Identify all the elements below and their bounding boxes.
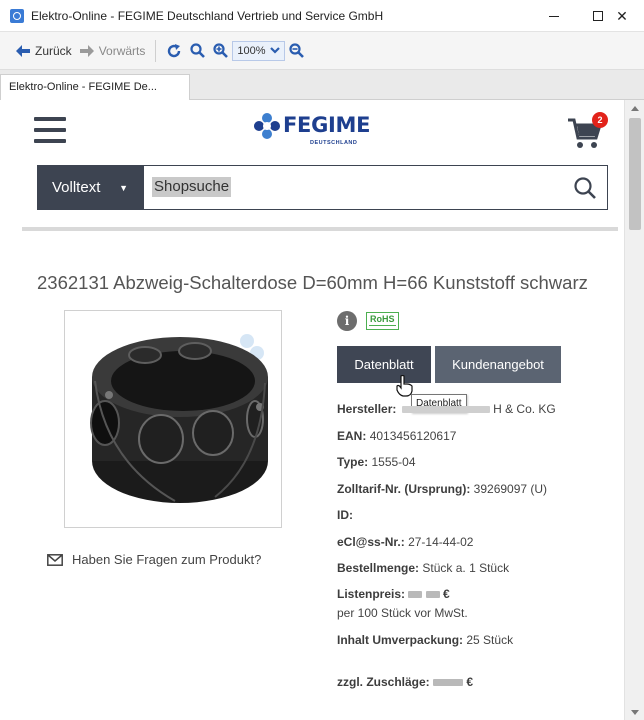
product-title: 2362131 Abzweig-Schalterdose D=60mm H=66… bbox=[37, 272, 588, 293]
search-scope-select[interactable]: Volltext ▼ bbox=[38, 166, 144, 209]
scroll-down-arrow-icon bbox=[631, 709, 639, 715]
search-placeholder-text: Shopsuche bbox=[152, 177, 232, 197]
kundenangebot-button[interactable]: Kundenangebot bbox=[435, 346, 561, 383]
scroll-up-arrow-icon bbox=[631, 105, 639, 111]
tab-bar: Elektro-Online - FEGIME De... bbox=[0, 70, 644, 100]
junction-box-image bbox=[90, 334, 268, 503]
forward-label: Vorwärts bbox=[98, 43, 146, 58]
search-page-button[interactable] bbox=[186, 39, 209, 63]
info-icon[interactable]: i bbox=[337, 311, 357, 331]
window-title: Elektro-Online - FEGIME Deutschland Vert… bbox=[31, 8, 384, 23]
shop-search-bar: Volltext ▼ Shopsuche bbox=[37, 165, 608, 210]
reload-button[interactable] bbox=[162, 39, 186, 63]
attr-bestellmenge: Bestellmenge: Stück a. 1 Stück bbox=[337, 561, 510, 575]
close-window-button[interactable]: ✕ bbox=[600, 0, 644, 32]
attr-eclass: eCl@ss-Nr.: 27-14-44-02 bbox=[337, 535, 474, 549]
browser-toolbar: Zurück Vorwärts 100% bbox=[0, 32, 644, 70]
attr-hersteller: Hersteller: H & Co. KG bbox=[337, 402, 556, 416]
logo-mark-icon bbox=[254, 113, 280, 139]
search-submit-button[interactable] bbox=[563, 166, 607, 209]
envelope-icon bbox=[47, 553, 63, 566]
cart-count-badge: 2 bbox=[592, 112, 608, 128]
forward-arrow-icon bbox=[79, 44, 94, 57]
product-question-link[interactable]: Haben Sie Fragen zum Produkt? bbox=[47, 552, 261, 567]
forward-button[interactable]: Vorwärts bbox=[76, 39, 150, 63]
zoom-in-button[interactable] bbox=[209, 39, 232, 63]
zoom-level-select[interactable]: 100% bbox=[232, 40, 285, 61]
scroll-up-button[interactable] bbox=[625, 100, 644, 116]
toolbar-divider bbox=[155, 39, 157, 62]
redacted-surcharge bbox=[433, 679, 464, 687]
tab-elektro-online[interactable]: Elektro-Online - FEGIME De... bbox=[0, 74, 190, 100]
product-badges: i RoHS bbox=[337, 311, 399, 331]
datenblatt-button[interactable]: Datenblatt bbox=[337, 346, 431, 383]
attr-id: ID: bbox=[337, 508, 353, 522]
scroll-down-button[interactable] bbox=[625, 704, 644, 720]
product-image[interactable] bbox=[64, 310, 282, 528]
attr-zuschlaege: zzgl. Zuschläge: € bbox=[337, 675, 474, 689]
redacted-value bbox=[401, 406, 490, 414]
search-scope-value: Volltext bbox=[52, 179, 101, 196]
menu-hamburger-icon[interactable] bbox=[34, 117, 66, 143]
page-content: FEGIME DEUTSCHLAND 2 Volltext ▼ Shopsuch… bbox=[0, 100, 624, 720]
attr-ean: EAN: 4013456120617 bbox=[337, 429, 457, 443]
attr-listenpreis: Listenpreis: € bbox=[337, 587, 450, 601]
logo-subtext: DEUTSCHLAND bbox=[310, 140, 358, 146]
attr-zolltarif: Zolltarif-Nr. (Ursprung): 39269097 (U) bbox=[337, 482, 548, 496]
zoom-out-button[interactable] bbox=[285, 39, 308, 63]
redacted-price bbox=[425, 591, 440, 599]
logo-wordmark: FEGIME bbox=[283, 113, 371, 137]
scrollbar-thumb[interactable] bbox=[629, 118, 641, 230]
zoom-level-value: 100% bbox=[237, 44, 266, 57]
magnifier-icon bbox=[190, 43, 206, 58]
browser-app-icon bbox=[10, 8, 24, 23]
header-divider bbox=[22, 227, 618, 231]
search-icon bbox=[574, 176, 596, 199]
minimize-button[interactable] bbox=[532, 0, 576, 32]
attr-type: Type: 1555-04 bbox=[337, 455, 416, 469]
redacted-price bbox=[408, 591, 423, 599]
zoom-out-icon bbox=[288, 43, 304, 58]
chevron-down-icon bbox=[269, 47, 280, 54]
back-button[interactable]: Zurück bbox=[12, 39, 76, 63]
rohs-badge: RoHS bbox=[366, 312, 399, 330]
cart-button[interactable]: 2 bbox=[562, 110, 612, 152]
window-title-bar: Elektro-Online - FEGIME Deutschland Vert… bbox=[0, 0, 644, 32]
back-label: Zurück bbox=[35, 43, 72, 58]
attr-inhalt-umverpackung: Inhalt Umverpackung: 25 Stück bbox=[337, 633, 514, 647]
minimize-icon bbox=[549, 15, 559, 17]
product-question-label: Haben Sie Fragen zum Produkt? bbox=[72, 552, 262, 567]
attr-listenpreis-note: per 100 Stück vor MwSt. bbox=[337, 606, 468, 620]
back-arrow-icon bbox=[16, 44, 30, 57]
zoom-in-icon bbox=[213, 43, 229, 58]
reload-icon bbox=[168, 43, 181, 57]
page-scrollbar[interactable] bbox=[624, 100, 644, 720]
caret-down-icon: ▼ bbox=[119, 182, 128, 193]
fegime-logo[interactable]: FEGIME DEUTSCHLAND bbox=[253, 110, 383, 152]
